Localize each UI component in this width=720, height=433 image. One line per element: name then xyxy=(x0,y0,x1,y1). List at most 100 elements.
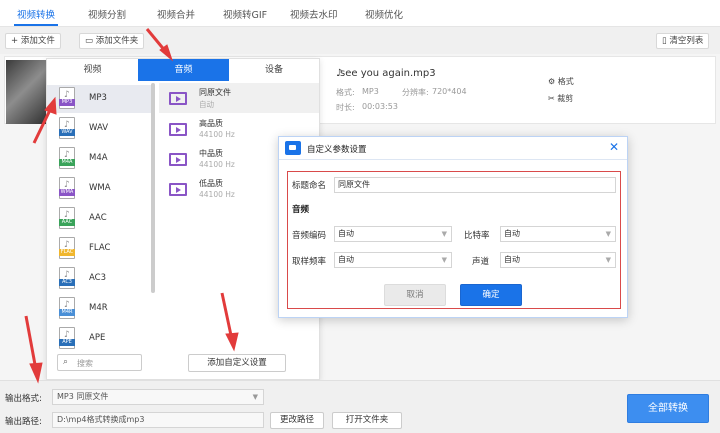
add-custom-setting-button[interactable]: 添加自定义设置 xyxy=(188,354,286,372)
plus-icon: + xyxy=(11,36,19,46)
scissors-icon: ✂ xyxy=(548,94,555,103)
tab-remove-watermark[interactable]: 视频去水印 xyxy=(290,7,338,21)
tab-video-merge[interactable]: 视频合并 xyxy=(157,7,195,21)
add-file-button[interactable]: + 添加文件 xyxy=(5,33,61,49)
ok-button[interactable]: 确定 xyxy=(460,284,522,306)
folder-icon: ▭ xyxy=(85,36,94,46)
mp3-file-icon: ♪ MP3 xyxy=(59,87,75,109)
audio-preset-icon xyxy=(169,92,187,105)
quality-name: 中品质 xyxy=(199,149,223,158)
m4r-file-icon: ♪ M4R xyxy=(59,297,75,319)
quality-name: 同原文件 xyxy=(199,88,231,97)
ac3-file-icon: ♪ AC3 xyxy=(59,267,75,289)
format-action-label: 格式 xyxy=(557,77,574,86)
title-name-input[interactable]: 同原文件 xyxy=(334,177,616,193)
ape-file-icon: ♪ APE xyxy=(59,327,75,349)
format-label: M4A xyxy=(89,153,108,163)
format-item-m4r[interactable]: ♪ M4R M4R xyxy=(47,295,151,323)
output-format-value: MP3 同原文件 xyxy=(57,392,109,401)
aac-file-icon: ♪ AAC xyxy=(59,207,75,229)
output-path-label: 输出路径: xyxy=(5,417,42,427)
format-tab-audio[interactable]: 音频 xyxy=(138,59,229,81)
format-item-aac[interactable]: ♪ AAC AAC xyxy=(47,205,151,233)
quality-name: 高品质 xyxy=(199,119,223,128)
format-label: WMA xyxy=(89,183,111,193)
tab-video-convert[interactable]: 视频转换 xyxy=(17,7,55,21)
sample-rate-value: 自动 xyxy=(338,255,354,264)
format-label: FLAC xyxy=(89,243,111,253)
format-label: 格式: xyxy=(336,88,355,97)
chevron-down-icon: ▼ xyxy=(252,393,258,401)
trash-icon: ▯ xyxy=(662,36,667,46)
format-label: MP3 xyxy=(89,93,107,103)
flac-file-icon: ♪ FLAC xyxy=(59,237,75,259)
output-path-field[interactable]: D:\mp4格式转换成mp3 xyxy=(52,412,264,428)
add-folder-button[interactable]: ▭ 添加文件夹 xyxy=(79,33,145,49)
channel-select[interactable]: 自动 ▼ xyxy=(500,252,616,268)
format-list: ♪ MP3 MP3 ♪ WAV WAV ♪ M4A M4A ♪ WMA WMA ♪ AAC… xyxy=(47,81,155,379)
quality-detail: 44100 Hz xyxy=(199,130,235,139)
video-thumbnail xyxy=(6,60,50,124)
tab-video-optimize[interactable]: 视频优化 xyxy=(365,7,403,21)
arrow-to-output-format xyxy=(24,315,38,371)
crop-action-label: 裁剪 xyxy=(557,94,574,103)
audio-preset-icon xyxy=(169,123,187,136)
quality-detail: 44100 Hz xyxy=(199,160,235,169)
quality-detail: 自动 xyxy=(199,100,214,109)
custom-params-dialog: 自定义参数设置 ✕ 标题命名 同原文件 音频 音频编码 自动 ▼ 比特率 自动 … xyxy=(278,136,628,318)
close-icon[interactable]: ✕ xyxy=(609,140,619,154)
wma-file-icon: ♪ WMA xyxy=(59,177,75,199)
format-label: AAC xyxy=(89,213,107,223)
sample-rate-label: 取样频率 xyxy=(292,257,327,267)
audio-codec-label: 音频编码 xyxy=(292,231,327,241)
quality-item-original[interactable]: 同原文件 自动 xyxy=(159,83,319,113)
crop-action[interactable]: ✂ 裁剪 xyxy=(548,93,573,104)
dialog-body: 标题命名 同原文件 音频 音频编码 自动 ▼ 比特率 自动 ▼ 取样频率 自动 … xyxy=(287,171,621,309)
format-label: WAV xyxy=(89,123,109,133)
format-label: APE xyxy=(89,333,106,343)
duration-value: 00:03:53 xyxy=(362,102,398,111)
dialog-header: 自定义参数设置 ✕ xyxy=(279,137,627,160)
bitrate-label: 比特率 xyxy=(464,231,490,241)
change-path-button[interactable]: 更改路径 xyxy=(270,412,324,429)
bitrate-select[interactable]: 自动 ▼ xyxy=(500,226,616,242)
format-item-flac[interactable]: ♪ FLAC FLAC xyxy=(47,235,151,263)
duration-label: 时长: xyxy=(336,103,355,112)
chevron-down-icon: ▼ xyxy=(441,230,447,238)
title-name-label: 标题命名 xyxy=(292,181,327,191)
format-tab-device[interactable]: 设备 xyxy=(229,59,319,81)
convert-all-button[interactable]: 全部转换 xyxy=(627,394,709,423)
format-item-ape[interactable]: ♪ APE APE xyxy=(47,325,151,353)
output-format-select[interactable]: MP3 同原文件 ▼ xyxy=(52,389,264,405)
format-action[interactable]: ⚙ 格式 xyxy=(548,76,574,87)
format-item-wav[interactable]: ♪ WAV WAV xyxy=(47,115,151,143)
quality-name: 低品质 xyxy=(199,179,223,188)
wav-file-icon: ♪ WAV xyxy=(59,117,75,139)
chevron-down-icon: ▼ xyxy=(441,256,447,264)
open-folder-button[interactable]: 打开文件夹 xyxy=(332,412,402,429)
audio-codec-select[interactable]: 自动 ▼ xyxy=(334,226,452,242)
toolbar: + 添加文件 ▭ 添加文件夹 ▯ 清空列表 xyxy=(0,27,720,54)
gear-icon: ⚙ xyxy=(548,77,556,86)
format-item-mp3[interactable]: ♪ MP3 MP3 xyxy=(47,85,151,113)
dialog-app-icon xyxy=(285,141,301,155)
search-placeholder: 搜索 xyxy=(77,359,93,368)
audio-codec-value: 自动 xyxy=(338,229,354,238)
cancel-button[interactable]: 取消 xyxy=(384,284,446,306)
chevron-down-icon: ▼ xyxy=(605,230,611,238)
format-tab-video[interactable]: 视频 xyxy=(47,59,138,81)
tab-video-split[interactable]: 视频分割 xyxy=(88,7,126,21)
bitrate-value: 自动 xyxy=(504,229,520,238)
file-name: see you again.mp3 xyxy=(340,68,436,79)
dialog-title: 自定义参数设置 xyxy=(307,145,367,155)
format-label: M4R xyxy=(89,303,108,313)
format-item-m4a[interactable]: ♪ M4A M4A xyxy=(47,145,151,173)
format-item-wma[interactable]: ♪ WMA WMA xyxy=(47,175,151,203)
format-item-ac3[interactable]: ♪ AC3 AC3 xyxy=(47,265,151,293)
format-value: MP3 xyxy=(362,87,379,96)
clear-list-button[interactable]: ▯ 清空列表 xyxy=(656,33,710,49)
sample-rate-select[interactable]: 自动 ▼ xyxy=(334,252,452,268)
tab-video-to-gif[interactable]: 视频转GIF xyxy=(223,7,267,21)
search-icon: ⌕ xyxy=(63,357,69,367)
format-search-input[interactable]: ⌕ 搜索 xyxy=(57,354,142,371)
